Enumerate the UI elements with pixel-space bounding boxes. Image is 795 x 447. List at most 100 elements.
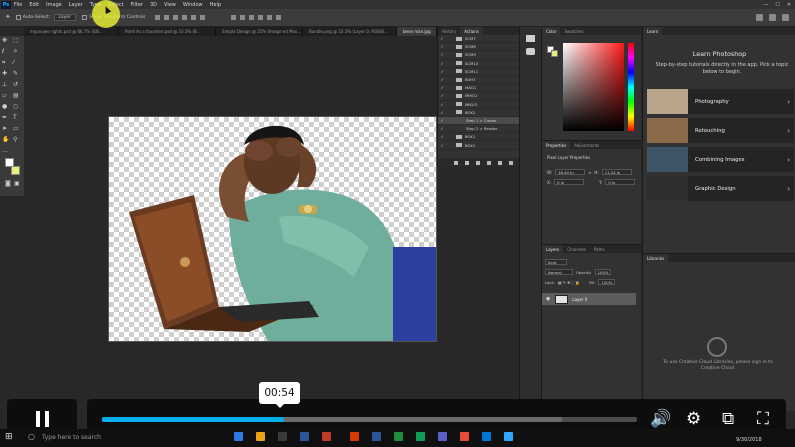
align-right-icon[interactable]	[200, 15, 206, 20]
progress-track[interactable]	[102, 417, 637, 422]
color-picker-field[interactable]	[563, 43, 624, 131]
lock-icons[interactable]: ▦ ✎ ✥ ⛶ 🔒	[558, 280, 580, 285]
action-row[interactable]: ✓ SCM10	[438, 60, 519, 68]
opacity-field[interactable]: 100%	[594, 269, 612, 275]
pen-tool-icon[interactable]: ✒	[2, 115, 9, 121]
background-color-swatch[interactable]	[11, 166, 20, 175]
zoom-tool-icon[interactable]: ⚲	[13, 137, 20, 143]
action-row[interactable]: ✓ MIRO1	[438, 92, 519, 101]
healing-brush-tool-icon[interactable]: ✚	[2, 71, 9, 77]
action-row[interactable]: ✓ SCM7	[438, 35, 519, 44]
app-icon-11[interactable]	[460, 432, 469, 441]
history-panel-icon[interactable]	[526, 35, 535, 42]
record-icon[interactable]	[465, 160, 469, 165]
path-selection-tool-icon[interactable]: ➤	[2, 126, 9, 132]
layer-row[interactable]: ◉ Layer 0	[542, 293, 636, 305]
auto-select-checkbox[interactable]	[15, 15, 21, 20]
marquee-tool-icon[interactable]: ⬚	[13, 38, 20, 44]
maximize-icon[interactable]: ☐	[775, 2, 779, 8]
distribute-bottom-icon[interactable]	[249, 15, 255, 20]
action-row[interactable]: ✓ BOX2	[438, 109, 519, 117]
type-tool-icon[interactable]: T	[13, 115, 20, 121]
color-bg-swatch[interactable]	[551, 50, 558, 57]
windows-start-icon[interactable]: ⊞	[5, 432, 13, 442]
quick-mask-icon[interactable]: ◙	[5, 181, 12, 187]
learn-card-retouching[interactable]: Retouching ›	[647, 118, 794, 143]
distribute-middle-icon[interactable]	[240, 15, 246, 20]
visibility-eye-icon[interactable]: ◉	[546, 296, 550, 302]
checkmark-icon[interactable]: ✓	[438, 126, 446, 131]
gradient-tool-icon[interactable]: ▤	[13, 93, 20, 99]
file-explorer-icon[interactable]	[256, 432, 265, 441]
tab-layers[interactable]: Layers	[542, 245, 564, 253]
menu-filter[interactable]: Filter	[131, 2, 143, 8]
eyedropper-tool-icon[interactable]: ⁄	[13, 60, 20, 66]
app-icon-13[interactable]	[504, 432, 513, 441]
search-icon[interactable]	[756, 14, 763, 21]
stop-icon[interactable]	[454, 160, 458, 165]
brush-tool-icon[interactable]: ✎	[13, 71, 20, 77]
move-tool-icon[interactable]: ✥	[2, 38, 9, 44]
menu-view[interactable]: View	[164, 2, 176, 8]
checkmark-icon[interactable]: ✓	[438, 61, 446, 66]
action-row[interactable]: ✓ BOX1	[438, 133, 519, 142]
pip-icon[interactable]: ⧉	[722, 409, 734, 429]
dodge-tool-icon[interactable]: ○	[13, 104, 20, 110]
y-field[interactable]: 0 in	[605, 179, 636, 185]
align-left-icon[interactable]	[182, 15, 188, 20]
settings-icon[interactable]: ⚙	[686, 409, 701, 429]
checkmark-icon[interactable]: ✓	[438, 52, 446, 57]
hue-slider[interactable]	[628, 43, 634, 131]
checkmark-icon[interactable]: ✓	[438, 118, 446, 123]
action-row[interactable]: ✓ Step 1 > Create	[438, 116, 519, 126]
tab-libraries[interactable]: Libraries	[643, 254, 669, 262]
distribute-center-icon[interactable]	[267, 15, 273, 20]
kind-filter-dropdown[interactable]: Kind	[545, 259, 567, 265]
tab-actions[interactable]: Actions	[460, 27, 483, 35]
clone-stamp-tool-icon[interactable]: ⊥	[2, 82, 9, 88]
actions-panel-icon[interactable]	[526, 48, 535, 55]
blur-tool-icon[interactable]: ●	[2, 104, 9, 110]
history-brush-tool-icon[interactable]: ↺	[13, 82, 20, 88]
volume-icon[interactable]: 🔊	[650, 409, 671, 429]
checkmark-icon[interactable]: ✓	[438, 69, 446, 74]
lasso-tool-icon[interactable]: ℓ	[2, 49, 9, 55]
action-row[interactable]: ✓ BOX1	[438, 141, 519, 150]
shape-tool-icon[interactable]: ▭	[13, 126, 20, 132]
width-field[interactable]: 16.44 in	[555, 169, 586, 175]
checkmark-icon[interactable]: ✓	[438, 85, 446, 90]
edge-icon[interactable]	[234, 432, 243, 441]
tab-paths[interactable]: Paths	[590, 245, 609, 253]
learn-card-graphic-design[interactable]: Graphic Design ›	[647, 176, 794, 201]
checkmark-icon[interactable]: ✓	[438, 44, 446, 49]
app-icon-8[interactable]	[394, 432, 403, 441]
action-row[interactable]: ✓ BUH7	[438, 76, 519, 85]
action-row[interactable]: ✓ Step 2 > Render	[438, 125, 519, 134]
height-field[interactable]: 11.24 in	[601, 169, 632, 175]
blend-mode-dropdown[interactable]: Normal	[545, 269, 573, 275]
align-bottom-icon[interactable]	[173, 15, 179, 20]
x-field[interactable]: 0 in	[554, 179, 585, 185]
tab-learn[interactable]: Learn	[643, 27, 663, 35]
play-icon[interactable]	[476, 160, 480, 165]
tab-adjustments[interactable]: Adjustments	[570, 141, 603, 149]
doc-tab-2[interactable]: Pardi As a favorites.psd @ 33.3% (B...	[119, 27, 216, 36]
link-icon[interactable]: ∞	[588, 170, 591, 175]
learn-card-photography[interactable]: Photography ›	[647, 89, 794, 114]
checkmark-icon[interactable]: ✓	[438, 110, 446, 115]
align-center-icon[interactable]	[191, 15, 197, 20]
layer-name[interactable]: Layer 0	[572, 297, 587, 302]
menu-window[interactable]: Window	[183, 2, 203, 8]
checkmark-icon[interactable]: ✓	[438, 36, 446, 41]
doc-tab-3[interactable]: Simple Design @ 25% (Image ed Mas...	[216, 27, 303, 36]
magic-wand-tool-icon[interactable]: ✧	[13, 49, 20, 55]
move-tool-icon[interactable]: ✥	[6, 15, 10, 20]
action-row[interactable]: ✓ MIKU3	[438, 101, 519, 109]
doc-tab-1[interactable]: mypoojee rights.psd @ 66.7% (GB...	[24, 27, 119, 36]
photoshop-taskbar-icon[interactable]	[300, 432, 309, 441]
app-icon-7[interactable]	[372, 432, 381, 441]
workspace-icon[interactable]	[769, 14, 776, 21]
trash-icon[interactable]	[509, 160, 513, 165]
app-icon-12[interactable]	[482, 432, 491, 441]
share-icon[interactable]	[782, 14, 789, 21]
